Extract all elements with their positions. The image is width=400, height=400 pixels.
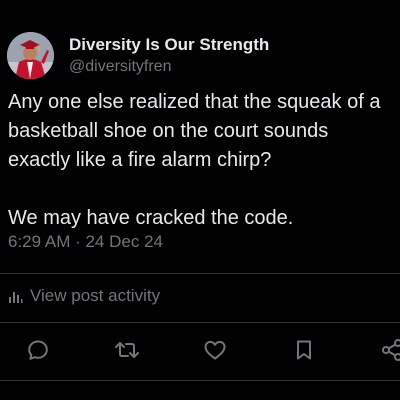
author-display-name[interactable]: Diversity Is Our Strength: [69, 34, 269, 56]
view-post-activity-link[interactable]: View post activity: [8, 284, 160, 308]
repost-button[interactable]: [113, 336, 141, 364]
divider: [0, 322, 400, 323]
post-text: Any one else realized that the squeak of…: [8, 91, 381, 229]
author-handle[interactable]: @diversityfren: [69, 56, 269, 77]
bookmark-button[interactable]: [290, 336, 318, 364]
divider: [0, 273, 400, 274]
share-icon: [382, 339, 400, 361]
post-timestamp[interactable]: 6:29 AM · 24 Dec 24: [8, 230, 163, 254]
share-button[interactable]: [378, 336, 400, 364]
like-button[interactable]: [201, 336, 229, 364]
divider: [0, 380, 400, 381]
bookmark-icon: [297, 340, 311, 360]
post-detail-view: Diversity Is Our Strength @diversityfren…: [0, 0, 400, 400]
action-bar: [0, 334, 400, 366]
post-header: Diversity Is Our Strength @diversityfren: [7, 30, 269, 80]
author-names: Diversity Is Our Strength @diversityfren: [69, 34, 269, 77]
view-post-activity-label: View post activity: [30, 286, 161, 305]
avatar[interactable]: [7, 31, 54, 79]
repost-icon: [115, 342, 139, 358]
analytics-icon: [9, 292, 23, 303]
like-icon: [204, 340, 226, 360]
avatar-image: [7, 31, 54, 79]
reply-button[interactable]: [24, 336, 52, 364]
reply-icon: [28, 340, 48, 360]
